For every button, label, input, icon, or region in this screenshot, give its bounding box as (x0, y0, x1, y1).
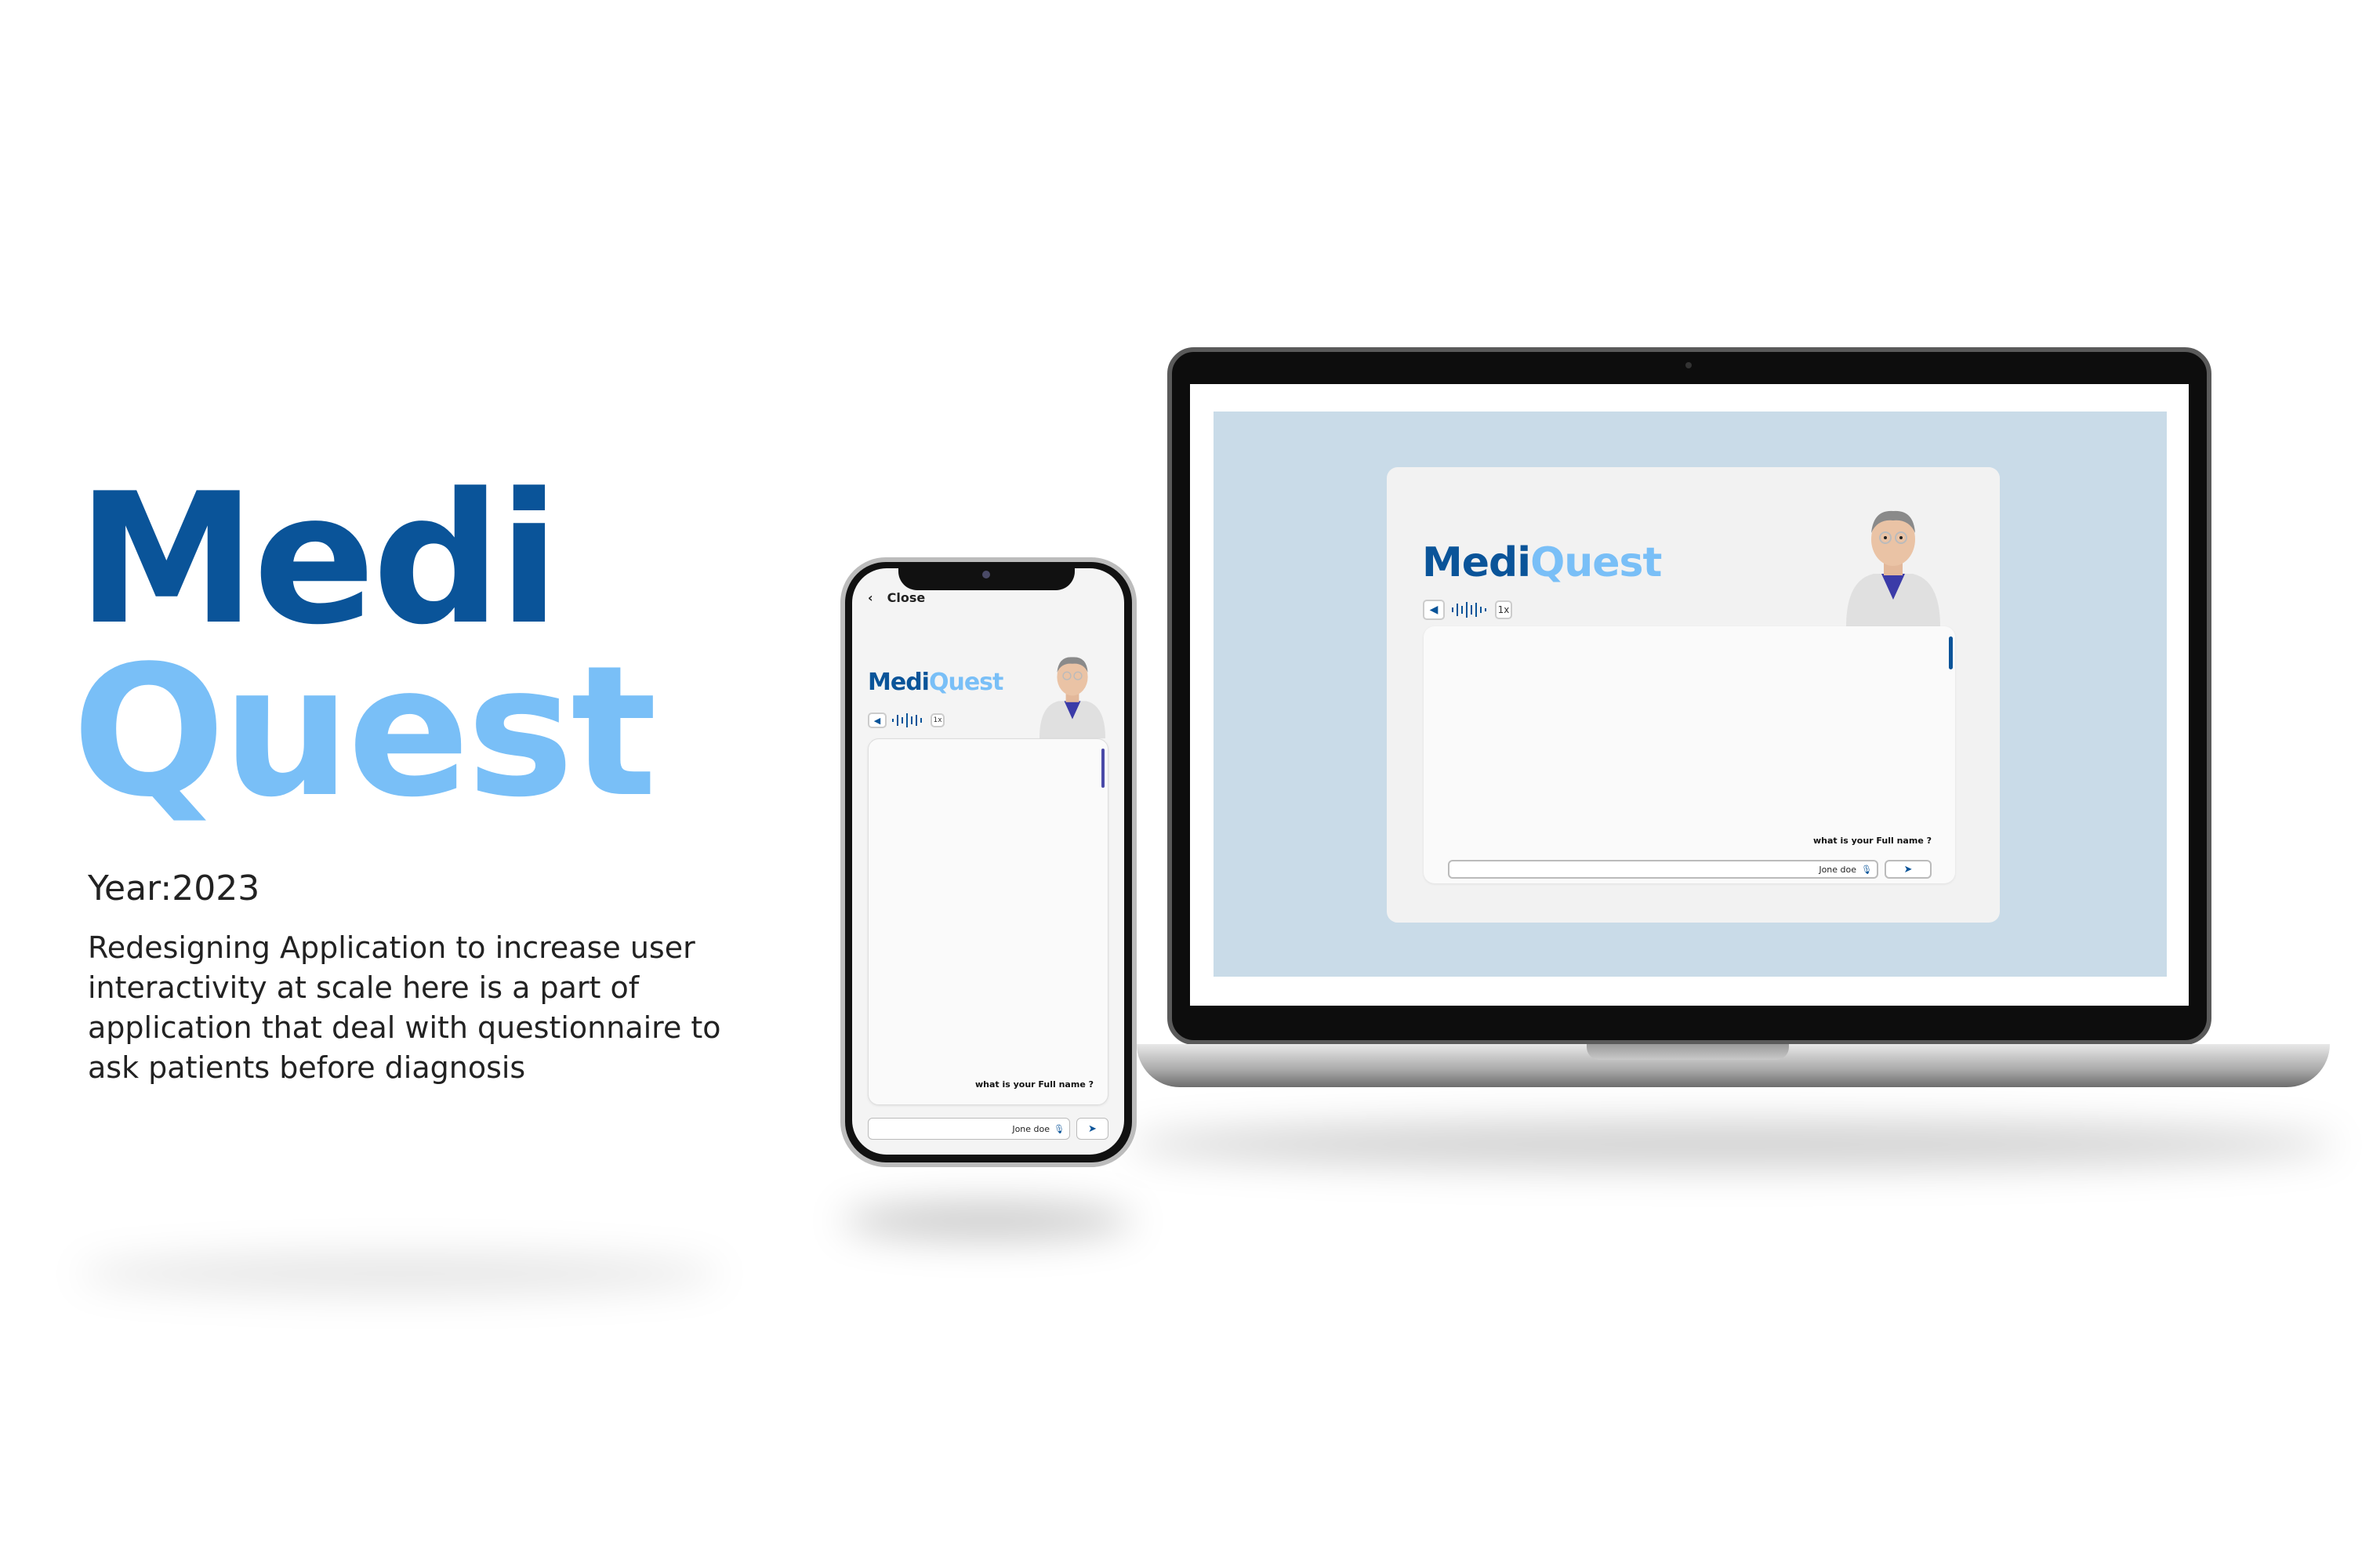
laptop-scrollbar[interactable] (1949, 636, 1953, 669)
speaker-icon[interactable]: ◀ (1423, 600, 1445, 620)
speed-button[interactable]: 1x (931, 713, 945, 727)
phone-app-logo: MediQuest (868, 669, 1003, 696)
phone-question-text: what is your Full name ? (974, 1079, 1094, 1090)
year-label: Year:2023 (88, 868, 260, 908)
phone-name-input[interactable]: Jone doe 🎙︎ (868, 1118, 1070, 1140)
laptop-shadow (1129, 1121, 2336, 1168)
laptop-app-logo: MediQuest (1422, 539, 1662, 586)
laptop-send-button[interactable]: ➤ (1885, 860, 1932, 879)
phone-camera (982, 571, 990, 578)
hero-title-medi: Medi (77, 455, 560, 665)
close-button[interactable]: ‹ Close (868, 590, 925, 605)
logo-quest: Quest (928, 669, 1003, 696)
laptop-name-input[interactable]: Jone doe 🎙︎ (1448, 860, 1878, 879)
laptop-question-text: what is your Full name ? (1812, 836, 1932, 846)
phone-shadow (843, 1203, 1133, 1238)
doctor-avatar (1846, 510, 1940, 627)
close-label: Close (887, 590, 926, 605)
phone-scrollbar[interactable] (1101, 749, 1105, 788)
send-icon: ➤ (1903, 863, 1913, 876)
phone-send-button[interactable]: ➤ (1076, 1118, 1108, 1140)
speaker-icon[interactable]: ◀ (868, 713, 887, 728)
phone-audio-controls: ◀ 1x (868, 713, 945, 728)
laptop-audio-controls: ◀ 1x (1423, 600, 1512, 620)
logo-medi: Medi (1422, 539, 1531, 586)
chevron-left-icon: ‹ (868, 590, 873, 605)
project-description: Redesigning Application to increase user… (88, 930, 721, 1085)
microphone-icon[interactable]: 🎙︎ (1861, 865, 1872, 875)
phone-screen: ‹ Close MediQuest ◀ 1x what is your Full … (852, 568, 1124, 1155)
speed-button[interactable]: 1x (1495, 600, 1512, 619)
logo-medi: Medi (868, 669, 930, 696)
waveform-icon (892, 713, 922, 727)
phone-chat-area (868, 738, 1108, 1105)
hero-title-quest: Quest (72, 628, 657, 837)
doctor-avatar (1039, 657, 1105, 738)
text-shadow (78, 1254, 721, 1293)
input-value: Jone doe (1012, 1123, 1050, 1134)
laptop-camera (1685, 362, 1692, 368)
send-icon: ➤ (1088, 1122, 1097, 1135)
waveform-icon (1452, 602, 1486, 618)
laptop-notch (1587, 1044, 1789, 1060)
logo-quest: Quest (1530, 539, 1662, 586)
input-value: Jone doe (1819, 864, 1857, 875)
microphone-icon[interactable]: 🎙︎ (1054, 1124, 1065, 1134)
